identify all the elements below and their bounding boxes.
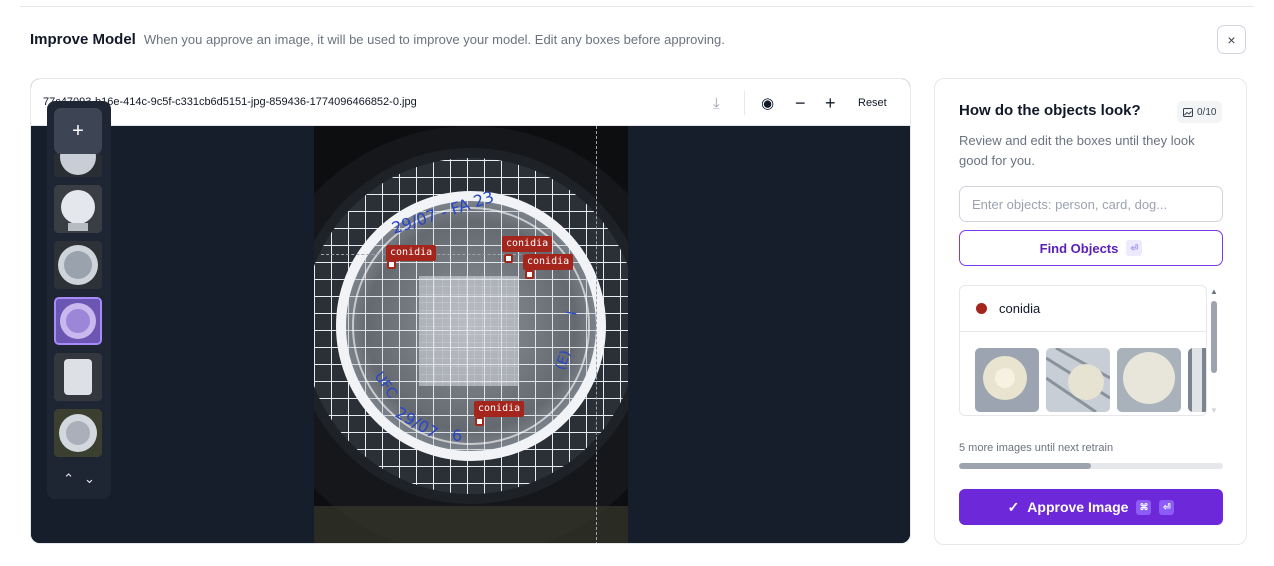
visibility-toggle-icon[interactable]: ◉: [761, 92, 774, 114]
detection-label[interactable]: conidia: [523, 254, 574, 270]
crop-thumbnail[interactable]: [975, 348, 1039, 412]
reset-zoom-button[interactable]: Reset: [858, 92, 887, 114]
enter-key-icon: ⏎: [1126, 240, 1143, 256]
crop-thumbnail[interactable]: [1117, 348, 1181, 412]
thumbnail-strip: + ⌃ ⌄: [47, 101, 111, 499]
thumbnail[interactable]: [54, 185, 102, 233]
svg-text:6: 6: [452, 426, 462, 445]
image-icon: [1183, 107, 1193, 117]
check-icon: ✓: [1007, 498, 1020, 515]
thumbnail-image: [54, 241, 102, 289]
download-icon[interactable]: ⤓: [713, 92, 720, 114]
retrain-progress-fill: [959, 463, 1091, 469]
crosshair-vertical: [596, 126, 597, 543]
toolbar-divider: [744, 91, 745, 115]
plus-icon: +: [72, 119, 84, 142]
approved-count-badge: 0/10: [1177, 101, 1223, 123]
crop-gallery: [975, 348, 1206, 412]
crop-image: [1046, 348, 1110, 412]
thumbnail-image: [54, 185, 102, 233]
class-name: conidia: [999, 301, 1041, 316]
approve-label: Approve Image: [1027, 499, 1129, 515]
box-resize-handle[interactable]: [504, 254, 513, 263]
class-list: conidia: [959, 285, 1207, 416]
thumbnail[interactable]: [54, 153, 102, 177]
crop-thumbnail[interactable]: [1188, 348, 1206, 412]
find-objects-label: Find Objects: [1039, 240, 1119, 256]
command-key-icon: ⌘: [1136, 499, 1152, 515]
thumbnail-nav: ⌃ ⌄: [47, 459, 111, 499]
thumbnail-image: [56, 299, 100, 343]
box-resize-handle[interactable]: [387, 260, 396, 269]
image-canvas[interactable]: 29/07 - FA 23 UFC 29/07 6 (E) I conidia …: [31, 101, 910, 543]
thumbnail-selected[interactable]: [54, 297, 102, 345]
find-objects-button[interactable]: Find Objects ⏎: [959, 230, 1223, 266]
box-resize-handle[interactable]: [525, 270, 534, 279]
add-image-button[interactable]: +: [54, 108, 102, 154]
petri-dish-photo: 29/07 - FA 23 UFC 29/07 6 (E) I: [314, 126, 628, 543]
review-panel: How do the objects look? 0/10 Review and…: [934, 78, 1247, 545]
thumbnail[interactable]: [54, 409, 102, 457]
badge-count: 0/10: [1197, 106, 1217, 118]
retrain-progress-bar: [959, 463, 1223, 469]
panel-title: How do the objects look?: [959, 102, 1141, 119]
scrollbar-thumb[interactable]: [1211, 301, 1217, 373]
crop-image: [975, 348, 1039, 412]
approve-image-button[interactable]: ✓ Approve Image ⌘ ⏎: [959, 489, 1223, 525]
retrain-status: 5 more images until next retrain: [959, 442, 1114, 454]
class-color-dot: [976, 303, 987, 314]
class-item-conidia[interactable]: conidia: [960, 286, 1206, 332]
image-viewer: 77c47093-b16e-414c-9c5f-c331cb6d5151-jpg…: [30, 78, 911, 544]
thumbnail[interactable]: [54, 353, 102, 401]
close-icon: ×: [1227, 31, 1236, 48]
class-list-scrollbar[interactable]: ▲ ▼: [1209, 285, 1219, 416]
thumbnail-image: [54, 153, 102, 177]
thumbnail-image: [54, 409, 102, 457]
detection-label[interactable]: conidia: [386, 245, 437, 261]
zoom-in-button[interactable]: +: [825, 92, 836, 114]
thumbnail-image: [54, 353, 102, 401]
box-resize-handle[interactable]: [475, 417, 484, 426]
detection-label[interactable]: conidia: [502, 236, 553, 252]
top-divider: [20, 6, 1254, 7]
page-header: Improve Model When you approve an image,…: [30, 31, 725, 48]
page-title: Improve Model: [30, 31, 136, 48]
petri-dish-image: 29/07 - FA 23 UFC 29/07 6 (E) I: [314, 126, 628, 543]
enter-key-icon: ⏎: [1159, 499, 1175, 515]
crop-image: [1188, 348, 1206, 412]
crop-image: [1117, 348, 1181, 412]
thumbnail[interactable]: [54, 241, 102, 289]
scroll-up-icon[interactable]: ▲: [1210, 287, 1218, 296]
objects-input[interactable]: [959, 186, 1223, 222]
detection-label[interactable]: conidia: [474, 401, 525, 417]
panel-description: Review and edit the boxes until they loo…: [959, 133, 1195, 168]
crop-thumbnail[interactable]: [1046, 348, 1110, 412]
scroll-down-icon[interactable]: ▼: [1210, 406, 1218, 415]
zoom-out-button[interactable]: −: [795, 92, 806, 114]
chevron-up-icon[interactable]: ⌃: [63, 471, 74, 487]
chevron-down-icon[interactable]: ⌄: [84, 471, 95, 487]
page-subtitle: When you approve an image, it will be us…: [143, 32, 725, 47]
viewer-toolbar: 77c47093-b16e-414c-9c5f-c331cb6d5151-jpg…: [31, 79, 910, 126]
close-button[interactable]: ×: [1217, 25, 1246, 54]
